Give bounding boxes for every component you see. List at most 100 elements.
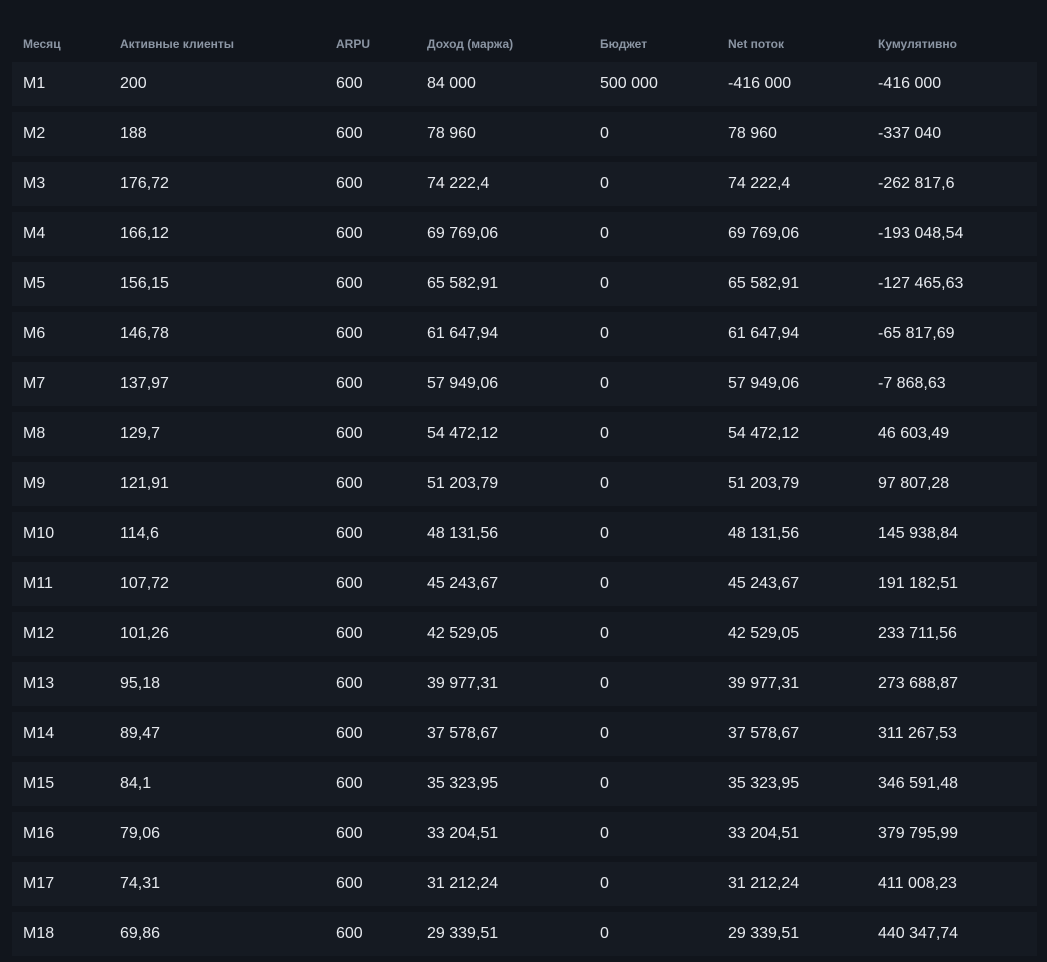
- net-flow-cell: 35 323,95: [728, 775, 800, 792]
- arpu-cell: 600: [336, 775, 363, 792]
- month-cell: M9: [23, 475, 46, 492]
- revenue-margin-cell: 35 323,95: [427, 775, 499, 792]
- table-row: M6 146,78 600 61 647,94 0 61 647,94 -65 817,69: [12, 312, 1037, 356]
- table-row: M13 95,18 600 39 977,31 0 39 977,31 273 688,87: [12, 662, 1037, 706]
- month-cell: M2: [23, 125, 46, 142]
- budget-cell: 0: [600, 175, 609, 192]
- budget-cell: 0: [600, 625, 609, 642]
- active-clients-cell: 114,6: [120, 525, 159, 542]
- net-flow-cell: 48 131,56: [728, 525, 800, 542]
- revenue-margin-cell: 48 131,56: [427, 525, 499, 542]
- month-cell: M5: [23, 275, 46, 292]
- net-flow-cell: 78 960: [728, 125, 777, 142]
- budget-cell: 0: [600, 825, 609, 842]
- budget-cell: 0: [600, 125, 609, 142]
- budget-cell: 0: [600, 925, 609, 942]
- budget-cell: 0: [600, 875, 609, 892]
- table-row: M7 137,97 600 57 949,06 0 57 949,06 -7 868,63: [12, 362, 1037, 406]
- budget-cell: 0: [600, 775, 609, 792]
- header-arpu: ARPU: [336, 37, 371, 51]
- net-flow-cell: 74 222,4: [728, 175, 791, 192]
- month-cell: M1: [23, 75, 46, 92]
- month-cell: M8: [23, 425, 46, 442]
- table-row: M11 107,72 600 45 243,67 0 45 243,67 191 182,5…: [12, 562, 1037, 606]
- revenue-margin-cell: 78 960: [427, 125, 476, 142]
- budget-cell: 0: [600, 575, 609, 592]
- active-clients-cell: 146,78: [120, 325, 169, 342]
- table-header-row: Месяц Активные клиенты ARPU Доход (маржа…: [12, 26, 1037, 62]
- month-cell: M14: [23, 725, 55, 742]
- net-flow-cell: 51 203,79: [728, 475, 800, 492]
- table-body: M1 200 600 84 000 500 000 -416 000 -416 000 M2 1…: [12, 62, 1037, 956]
- month-cell: M16: [23, 825, 55, 842]
- arpu-cell: 600: [336, 75, 363, 92]
- budget-cell: 0: [600, 325, 609, 342]
- table-row: M3 176,72 600 74 222,4 0 74 222,4 -262 817,6: [12, 162, 1037, 206]
- net-flow-cell: 42 529,05: [728, 625, 800, 642]
- active-clients-cell: 137,97: [120, 375, 169, 392]
- cumulative-cell: 46 603,49: [878, 425, 950, 442]
- header-revenue-margin: Доход (маржа): [427, 37, 514, 51]
- net-flow-cell: 65 582,91: [728, 275, 800, 292]
- table-row: M17 74,31 600 31 212,24 0 31 212,24 411 008,23: [12, 862, 1037, 906]
- table-row: M15 84,1 600 35 323,95 0 35 323,95 346 591,48: [12, 762, 1037, 806]
- arpu-cell: 600: [336, 375, 363, 392]
- cumulative-cell: -262 817,6: [878, 175, 955, 192]
- active-clients-cell: 129,7: [120, 425, 161, 442]
- budget-cell: 0: [600, 475, 609, 492]
- cumulative-cell: 233 711,56: [878, 625, 957, 642]
- cumulative-cell: 440 347,74: [878, 925, 959, 942]
- arpu-cell: 600: [336, 725, 363, 742]
- active-clients-cell: 89,47: [120, 725, 161, 742]
- arpu-cell: 600: [336, 275, 363, 292]
- revenue-margin-cell: 33 204,51: [427, 825, 499, 842]
- revenue-margin-cell: 29 339,51: [427, 925, 499, 942]
- revenue-margin-cell: 69 769,06: [427, 225, 499, 242]
- month-cell: M18: [23, 925, 55, 942]
- active-clients-cell: 188: [120, 125, 147, 142]
- arpu-cell: 600: [336, 125, 363, 142]
- arpu-cell: 600: [336, 425, 363, 442]
- month-cell: M11: [23, 575, 53, 592]
- arpu-cell: 600: [336, 875, 363, 892]
- net-flow-cell: 61 647,94: [728, 325, 800, 342]
- cumulative-cell: 191 182,51: [878, 575, 959, 592]
- arpu-cell: 600: [336, 225, 363, 242]
- cumulative-cell: 145 938,84: [878, 525, 959, 542]
- active-clients-cell: 176,72: [120, 175, 169, 192]
- cumulative-cell: -65 817,69: [878, 325, 955, 342]
- month-cell: M3: [23, 175, 46, 192]
- revenue-margin-cell: 54 472,12: [427, 425, 499, 442]
- cumulative-cell: 346 591,48: [878, 775, 959, 792]
- header-month: Месяц: [23, 37, 61, 51]
- net-flow-cell: 31 212,24: [728, 875, 800, 892]
- table-row: M10 114,6 600 48 131,56 0 48 131,56 145 938,84: [12, 512, 1037, 556]
- table-row: M12 101,26 600 42 529,05 0 42 529,05 233 711,5…: [12, 612, 1037, 656]
- cumulative-cell: -337 040: [878, 125, 942, 142]
- cumulative-cell: 411 008,23: [878, 875, 957, 892]
- budget-cell: 0: [600, 725, 609, 742]
- arpu-cell: 600: [336, 525, 363, 542]
- net-flow-cell: 33 204,51: [728, 825, 800, 842]
- budget-cell: 0: [600, 275, 609, 292]
- net-flow-cell: 69 769,06: [728, 225, 800, 242]
- cumulative-cell: -127 465,63: [878, 275, 964, 292]
- revenue-margin-cell: 61 647,94: [427, 325, 499, 342]
- arpu-cell: 600: [336, 675, 363, 692]
- arpu-cell: 600: [336, 475, 363, 492]
- active-clients-cell: 79,06: [120, 825, 161, 842]
- header-active-clients: Активные клиенты: [120, 37, 235, 51]
- header-cumulative: Кумулятивно: [878, 37, 957, 51]
- cumulative-cell: -7 868,63: [878, 375, 946, 392]
- month-cell: M10: [23, 525, 55, 542]
- month-cell: M15: [23, 775, 55, 792]
- month-cell: M6: [23, 325, 46, 342]
- budget-cell: 500 000: [600, 75, 658, 92]
- revenue-margin-cell: 84 000: [427, 75, 476, 92]
- active-clients-cell: 74,31: [120, 875, 161, 892]
- data-table: Месяц Активные клиенты ARPU Доход (маржа…: [12, 26, 1037, 962]
- month-cell: M4: [23, 225, 46, 242]
- active-clients-cell: 95,18: [120, 675, 161, 692]
- cumulative-cell: 379 795,99: [878, 825, 959, 842]
- month-cell: M12: [23, 625, 55, 642]
